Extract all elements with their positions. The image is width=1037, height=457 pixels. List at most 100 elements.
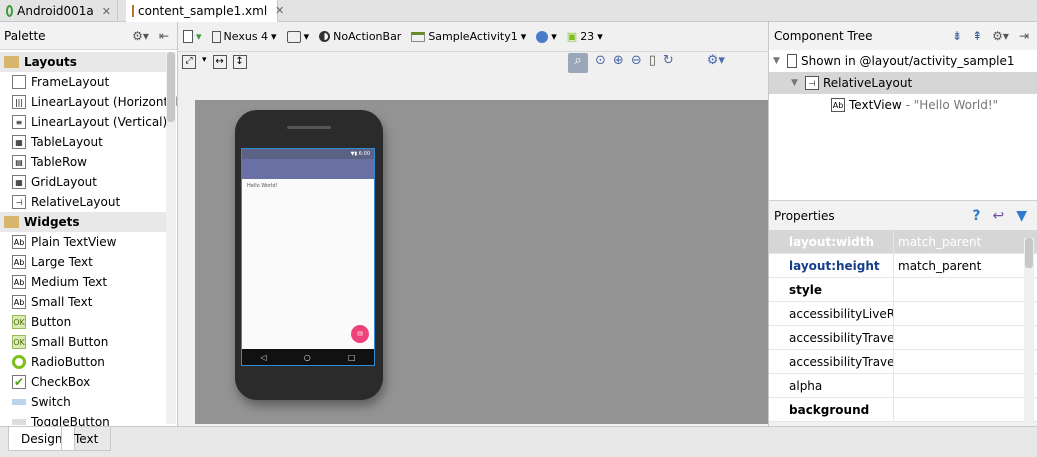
palette-item[interactable]: RadioButton bbox=[0, 352, 166, 372]
triangle-down-icon[interactable]: ▼ bbox=[791, 78, 801, 88]
palette-item[interactable]: ▤ TableRow bbox=[0, 152, 166, 172]
zoom-in-icon[interactable]: ⊕ bbox=[613, 53, 624, 73]
fab-mail-icon[interactable]: ✉ bbox=[351, 325, 369, 343]
textview-icon: Ab bbox=[831, 98, 845, 112]
filter-icon[interactable]: ▼ bbox=[1016, 208, 1027, 224]
chevron-down-icon: ▾ bbox=[597, 30, 603, 43]
property-value[interactable] bbox=[894, 350, 1037, 373]
property-row[interactable]: style bbox=[769, 278, 1037, 302]
palette-item[interactable]: Ab Small Text bbox=[0, 292, 166, 312]
tree-relativelayout[interactable]: ▼ ⊣ RelativeLayout bbox=[769, 72, 1037, 94]
palette-header: Palette ⚙▾ ⇤ bbox=[0, 22, 177, 50]
property-value[interactable] bbox=[894, 326, 1037, 349]
tree-child-text: - "Hello World!" bbox=[905, 98, 999, 112]
property-row[interactable]: accessibilityTraversa bbox=[769, 326, 1037, 350]
relative-layout-icon: ⊣ bbox=[805, 76, 819, 90]
activity-dropdown[interactable]: SampleActivity1 ▾ bbox=[406, 26, 531, 48]
undo-icon[interactable]: ↩ bbox=[992, 208, 1004, 224]
palette-item[interactable]: ▦ TableLayout bbox=[0, 132, 166, 152]
theme-dropdown[interactable]: NoActionBar bbox=[314, 26, 406, 48]
device-dropdown[interactable]: Nexus 4 ▾ bbox=[207, 26, 282, 48]
grid-layout-icon: ▦ bbox=[12, 175, 26, 189]
property-key: background bbox=[769, 398, 894, 421]
palette-item[interactable]: ▦ GridLayout bbox=[0, 172, 166, 192]
palette-item[interactable]: ToggleButton bbox=[0, 412, 166, 426]
item-label: LinearLayout (Vertical) bbox=[31, 115, 168, 129]
palette-item[interactable]: FrameLayout bbox=[0, 72, 166, 92]
palette-item[interactable]: ≡ LinearLayout (Vertical) bbox=[0, 112, 168, 132]
property-value[interactable] bbox=[894, 302, 1037, 325]
api-level-dropdown[interactable]: ▣ 23 ▾ bbox=[562, 26, 608, 48]
expand-height-icon[interactable]: ↕ bbox=[232, 55, 247, 69]
textview-icon: Ab bbox=[12, 275, 26, 289]
item-label: Small Text bbox=[31, 295, 93, 309]
item-label: RelativeLayout bbox=[31, 195, 121, 209]
actual-size-icon[interactable]: ⊙ bbox=[595, 53, 606, 73]
tree-root[interactable]: ▼ Shown in @layout/activity_sample1 bbox=[769, 50, 1037, 72]
property-row[interactable]: layout:height match_parent bbox=[769, 254, 1037, 278]
property-value[interactable]: match_parent bbox=[894, 254, 1037, 277]
zoom-out-icon[interactable]: ⊖ bbox=[631, 53, 642, 73]
triangle-down-icon[interactable]: ▼ bbox=[773, 56, 783, 66]
pan-zoom-icon[interactable]: ⌕ bbox=[568, 53, 588, 73]
palette-item[interactable]: ⊣ RelativeLayout bbox=[0, 192, 166, 212]
layout-canvas[interactable]: ▼▮ 6:00 Hello World! ✉ ◁ ○ □ bbox=[195, 100, 768, 424]
fit-screen-icon[interactable]: ⤢ bbox=[182, 55, 196, 69]
gear-icon[interactable]: ⚙▾ bbox=[992, 29, 1009, 43]
property-value[interactable] bbox=[894, 278, 1037, 301]
palette-scrollbar[interactable] bbox=[166, 52, 176, 424]
property-value[interactable]: match_parent bbox=[894, 230, 1037, 253]
collapse-all-icon[interactable]: ⇞ bbox=[972, 29, 982, 43]
tab-android001a[interactable]: Android001a ✕ bbox=[0, 0, 118, 22]
tab-content-sample1[interactable]: content_sample1.xml ✕ bbox=[126, 0, 284, 22]
palette-item[interactable]: ||| LinearLayout (Horizontal) bbox=[0, 92, 177, 112]
palette-item[interactable]: Ab Large Text bbox=[0, 252, 166, 272]
bottom-tab-bar: Design Text bbox=[0, 426, 1037, 457]
scroll-thumb[interactable] bbox=[1025, 238, 1033, 268]
hide-panel-icon[interactable]: ⇤ bbox=[159, 29, 169, 43]
hide-panel-icon[interactable]: ⇥ bbox=[1019, 29, 1029, 43]
help-icon[interactable]: ? bbox=[972, 208, 980, 224]
tab-text[interactable]: Text bbox=[61, 427, 112, 451]
frame-layout-icon bbox=[12, 75, 26, 89]
hello-textview[interactable]: Hello World! bbox=[247, 183, 278, 189]
folder-icon bbox=[4, 216, 19, 228]
rotate-icon bbox=[286, 30, 301, 43]
expand-width-icon[interactable]: ↔ bbox=[212, 55, 227, 69]
palette-item[interactable]: OK Small Button bbox=[0, 332, 166, 352]
refresh-icon[interactable]: ↻ bbox=[663, 53, 674, 73]
palette-group-widgets[interactable]: Widgets bbox=[0, 212, 166, 232]
property-value[interactable] bbox=[894, 374, 1037, 397]
property-row[interactable]: alpha bbox=[769, 374, 1037, 398]
palette-item[interactable]: Ab Plain TextView bbox=[0, 232, 166, 252]
table-row-icon: ▤ bbox=[12, 155, 26, 169]
item-label: GridLayout bbox=[31, 175, 97, 189]
xml-file-icon bbox=[132, 4, 134, 17]
property-row[interactable]: accessibilityLiveReg bbox=[769, 302, 1037, 326]
palette-item[interactable]: Ab Medium Text bbox=[0, 272, 166, 292]
property-value[interactable] bbox=[894, 398, 1037, 421]
orientation-dropdown[interactable]: ▾ bbox=[282, 26, 315, 48]
tree-textview[interactable]: Ab TextView - "Hello World!" bbox=[769, 94, 1037, 116]
expand-all-icon[interactable]: ⇟ bbox=[952, 29, 962, 43]
chevron-down-icon[interactable]: ▾ bbox=[202, 55, 207, 69]
device-screen-icon[interactable]: ▾ bbox=[178, 26, 207, 48]
item-label: Switch bbox=[31, 395, 71, 409]
palette-group-layouts[interactable]: Layouts bbox=[0, 52, 166, 72]
device-screen[interactable]: ▼▮ 6:00 Hello World! ✉ ◁ ○ □ bbox=[241, 148, 375, 366]
property-row[interactable]: accessibilityTraversa bbox=[769, 350, 1037, 374]
export-icon[interactable]: ▯ bbox=[649, 53, 656, 73]
gear-icon[interactable]: ⚙▾ bbox=[132, 29, 149, 43]
property-row[interactable]: layout:width match_parent bbox=[769, 230, 1037, 254]
settings-icon[interactable]: ⚙▾ bbox=[707, 53, 725, 73]
close-icon[interactable]: ✕ bbox=[275, 4, 284, 17]
scroll-thumb[interactable] bbox=[167, 52, 175, 122]
property-row[interactable]: background bbox=[769, 398, 1037, 422]
palette-item[interactable]: OK Button bbox=[0, 312, 166, 332]
properties-scrollbar[interactable] bbox=[1024, 238, 1034, 424]
item-label: ToggleButton bbox=[31, 415, 110, 426]
locale-dropdown[interactable]: ▾ bbox=[531, 26, 562, 48]
close-icon[interactable]: ✕ bbox=[102, 5, 111, 18]
palette-item[interactable]: Switch bbox=[0, 392, 166, 412]
palette-item[interactable]: ✔ CheckBox bbox=[0, 372, 166, 392]
